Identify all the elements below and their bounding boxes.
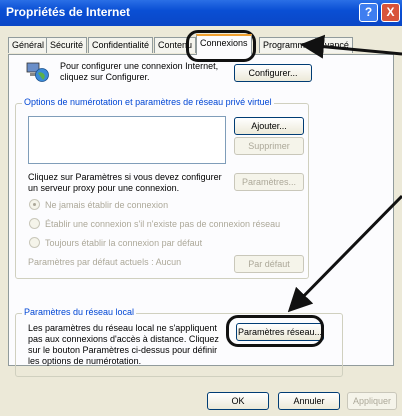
tab-connections[interactable]: Connexions	[196, 34, 252, 55]
internet-properties-window: Propriétés de Internet ? X Général Sécur…	[0, 0, 402, 416]
arrow-icon	[287, 34, 402, 313]
